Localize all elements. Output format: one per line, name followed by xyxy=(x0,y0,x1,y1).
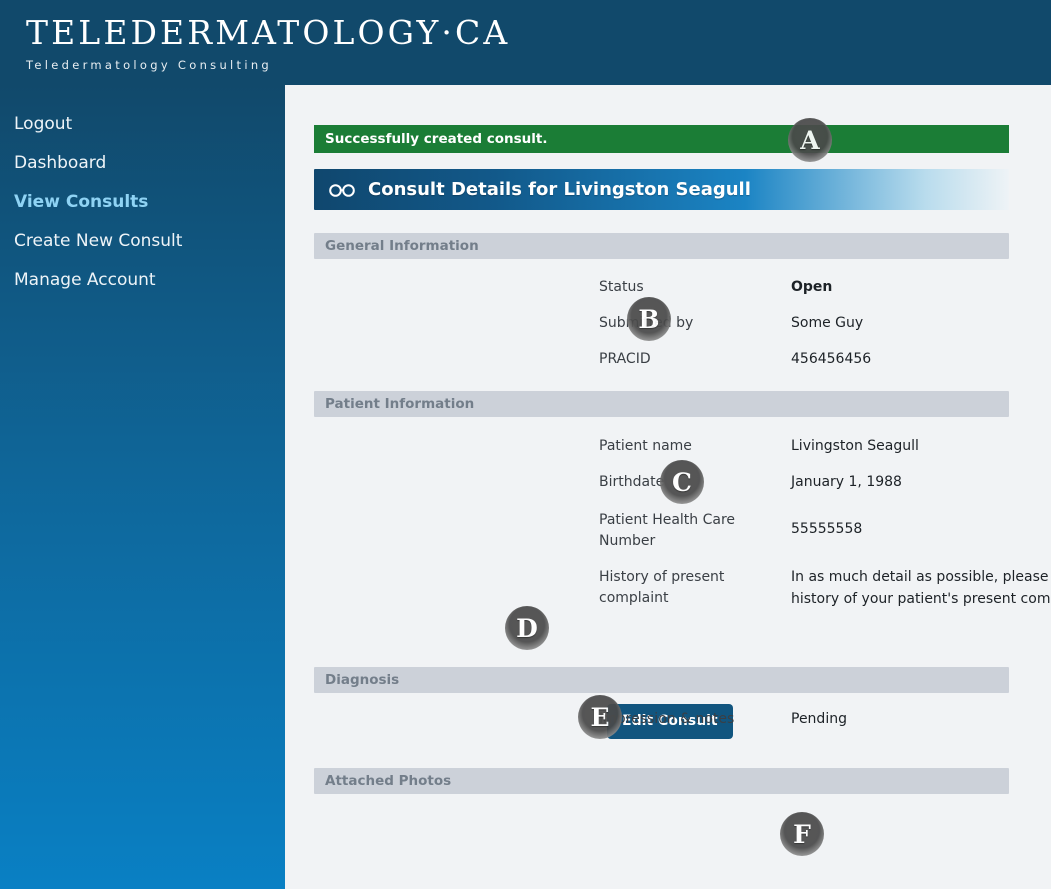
sidebar-item-manage-account[interactable]: Manage Account xyxy=(0,261,285,300)
value-pracid: 456456456 xyxy=(791,351,871,367)
sidebar-item-logout[interactable]: Logout xyxy=(0,105,285,144)
sidebar-item-dashboard[interactable]: Dashboard xyxy=(0,144,285,183)
label-history-of-present-complaint: History of present complaint xyxy=(599,567,784,609)
label-pracid: PRACID xyxy=(599,351,784,367)
glasses-icon xyxy=(328,180,356,200)
success-alert: Successfully created consult. xyxy=(314,125,1009,153)
value-patient-name: Livingston Seagull xyxy=(791,438,919,454)
page-title-bar: Consult Details for Livingston Seagull xyxy=(314,169,1009,210)
label-status: Status xyxy=(599,279,784,295)
section-header-diagnosis: Diagnosis xyxy=(314,667,1009,693)
value-birthdate: January 1, 1988 xyxy=(791,474,902,490)
annotation-badge-e: E xyxy=(578,695,622,739)
app-header: TELEDERMATOLOGY·CA Teledermatology Consu… xyxy=(0,0,1051,85)
label-impression-notes: Impression & notes xyxy=(599,711,784,727)
value-status: Open xyxy=(791,279,832,295)
label-patient-name: Patient name xyxy=(599,438,784,454)
logo-title: TELEDERMATOLOGY·CA xyxy=(26,16,510,49)
page-root: TELEDERMATOLOGY·CA Teledermatology Consu… xyxy=(0,0,1051,889)
sidebar-item-view-consults[interactable]: View Consults xyxy=(0,183,285,222)
page-title-text: Consult Details for Livingston Seagull xyxy=(368,179,751,200)
brand-logo[interactable]: TELEDERMATOLOGY·CA Teledermatology Consu… xyxy=(26,16,510,72)
logo-tagline: Teledermatology Consulting xyxy=(26,58,510,72)
value-submitted-by: Some Guy xyxy=(791,315,863,331)
label-health-care-number: Patient Health Care Number xyxy=(599,510,784,552)
section-header-attached-photos: Attached Photos xyxy=(314,768,1009,794)
annotation-badge-f: F xyxy=(780,812,824,856)
annotation-badge-d: D xyxy=(505,606,549,650)
value-impression-notes: Pending xyxy=(791,711,847,727)
section-header-general: General Information xyxy=(314,233,1009,259)
annotation-badge-b: B xyxy=(627,297,671,341)
value-history-of-present-complaint: In as much detail as possible, please us… xyxy=(791,566,1051,610)
annotation-badge-c: C xyxy=(660,460,704,504)
section-header-patient: Patient Information xyxy=(314,391,1009,417)
sidebar-item-create-new-consult[interactable]: Create New Consult xyxy=(0,222,285,261)
value-health-care-number: 55555558 xyxy=(791,521,862,537)
annotation-badge-a: A xyxy=(788,118,832,162)
sidebar-nav: Logout Dashboard View Consults Create Ne… xyxy=(0,85,285,889)
